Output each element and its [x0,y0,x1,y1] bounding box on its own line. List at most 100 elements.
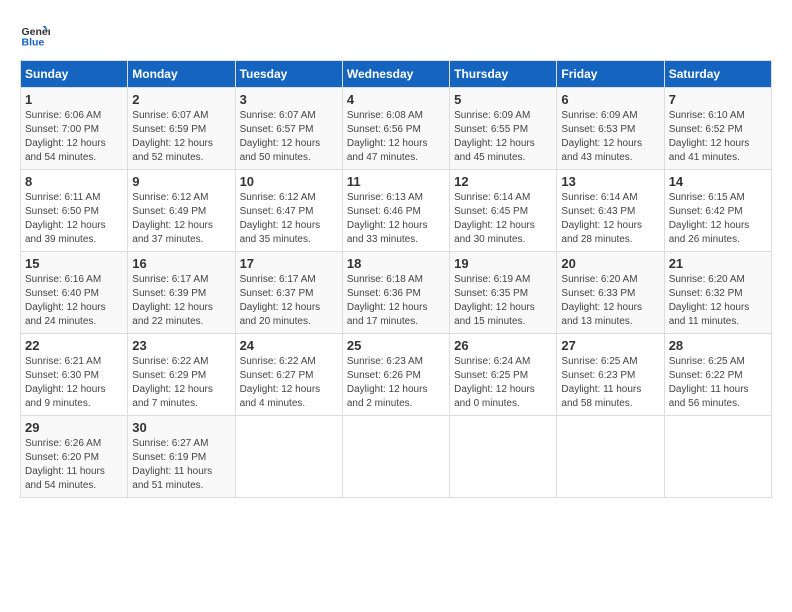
weekday-header-row: SundayMondayTuesdayWednesdayThursdayFrid… [21,61,772,88]
day-info: Sunrise: 6:25 AM Sunset: 6:23 PM Dayligh… [561,355,659,411]
day-info: Sunrise: 6:11 AM Sunset: 6:50 PM Dayligh… [25,191,123,247]
day-number: 4 [347,92,445,107]
calendar-cell: 5 Sunrise: 6:09 AM Sunset: 6:55 PM Daylig… [450,88,557,170]
weekday-header-friday: Friday [557,61,664,88]
day-number: 7 [669,92,767,107]
day-number: 25 [347,338,445,353]
day-info: Sunrise: 6:09 AM Sunset: 6:55 PM Dayligh… [454,109,552,165]
day-number: 24 [240,338,338,353]
day-number: 26 [454,338,552,353]
day-info: Sunrise: 6:25 AM Sunset: 6:22 PM Dayligh… [669,355,767,411]
calendar-week-1: 1Sunrise: 6:06 AM Sunset: 7:00 PM Daylig… [21,88,772,170]
calendar-cell: 10Sunrise: 6:12 AM Sunset: 6:47 PM Dayli… [235,170,342,252]
day-info: Sunrise: 6:19 AM Sunset: 6:35 PM Dayligh… [454,273,552,329]
day-number: 5 [454,92,552,107]
calendar-cell: 30 Sunrise: 6:27 AM Sunset: 6:19 PM Dayli… [128,416,235,498]
calendar-cell: 13 Sunrise: 6:14 AM Sunset: 6:43 PM Dayli… [557,170,664,252]
calendar-cell: 3 Sunrise: 6:07 AM Sunset: 6:57 PM Daylig… [235,88,342,170]
weekday-header-saturday: Saturday [664,61,771,88]
calendar-cell: 17Sunrise: 6:17 AM Sunset: 6:37 PM Dayli… [235,252,342,334]
day-info: Sunrise: 6:26 AM Sunset: 6:20 PM Dayligh… [25,437,123,493]
weekday-header-wednesday: Wednesday [342,61,449,88]
calendar-cell [342,416,449,498]
day-info: Sunrise: 6:23 AM Sunset: 6:26 PM Dayligh… [347,355,445,411]
day-number: 3 [240,92,338,107]
day-number: 13 [561,174,659,189]
svg-text:Blue: Blue [22,37,45,49]
day-info: Sunrise: 6:14 AM Sunset: 6:43 PM Dayligh… [561,191,659,247]
day-info: Sunrise: 6:22 AM Sunset: 6:29 PM Dayligh… [132,355,230,411]
day-number: 8 [25,174,123,189]
calendar-cell [557,416,664,498]
logo-icon: General Blue [20,20,50,50]
calendar-cell: 11 Sunrise: 6:13 AM Sunset: 6:46 PM Dayli… [342,170,449,252]
calendar-cell: 28 Sunrise: 6:25 AM Sunset: 6:22 PM Dayli… [664,334,771,416]
calendar-cell: 7 Sunrise: 6:10 AM Sunset: 6:52 PM Daylig… [664,88,771,170]
day-number: 9 [132,174,230,189]
calendar-week-5: 29 Sunrise: 6:26 AM Sunset: 6:20 PM Dayli… [21,416,772,498]
day-info: Sunrise: 6:22 AM Sunset: 6:27 PM Dayligh… [240,355,338,411]
day-info: Sunrise: 6:16 AM Sunset: 6:40 PM Dayligh… [25,273,123,329]
calendar-cell: 9 Sunrise: 6:12 AM Sunset: 6:49 PM Daylig… [128,170,235,252]
day-number: 12 [454,174,552,189]
day-info: Sunrise: 6:12 AM Sunset: 6:49 PM Dayligh… [132,191,230,247]
calendar-cell: 25 Sunrise: 6:23 AM Sunset: 6:26 PM Dayli… [342,334,449,416]
day-info: Sunrise: 6:10 AM Sunset: 6:52 PM Dayligh… [669,109,767,165]
calendar-cell: 20 Sunrise: 6:20 AM Sunset: 6:33 PM Dayli… [557,252,664,334]
day-number: 22 [25,338,123,353]
day-info: Sunrise: 6:21 AM Sunset: 6:30 PM Dayligh… [25,355,123,411]
calendar-body: 1Sunrise: 6:06 AM Sunset: 7:00 PM Daylig… [21,88,772,498]
weekday-header-tuesday: Tuesday [235,61,342,88]
day-number: 2 [132,92,230,107]
day-number: 14 [669,174,767,189]
day-number: 1 [25,92,123,107]
day-info: Sunrise: 6:13 AM Sunset: 6:46 PM Dayligh… [347,191,445,247]
logo: General Blue [20,20,54,50]
day-number: 18 [347,256,445,271]
calendar-week-2: 8 Sunrise: 6:11 AM Sunset: 6:50 PM Daylig… [21,170,772,252]
calendar-table: SundayMondayTuesdayWednesdayThursdayFrid… [20,60,772,498]
calendar-cell: 21 Sunrise: 6:20 AM Sunset: 6:32 PM Dayli… [664,252,771,334]
calendar-cell: 23 Sunrise: 6:22 AM Sunset: 6:29 PM Dayli… [128,334,235,416]
calendar-cell: 15 Sunrise: 6:16 AM Sunset: 6:40 PM Dayli… [21,252,128,334]
calendar-cell: 27 Sunrise: 6:25 AM Sunset: 6:23 PM Dayli… [557,334,664,416]
day-number: 11 [347,174,445,189]
calendar-cell [664,416,771,498]
calendar-cell: 22 Sunrise: 6:21 AM Sunset: 6:30 PM Dayli… [21,334,128,416]
calendar-cell: 26 Sunrise: 6:24 AM Sunset: 6:25 PM Dayli… [450,334,557,416]
day-number: 16 [132,256,230,271]
day-info: Sunrise: 6:24 AM Sunset: 6:25 PM Dayligh… [454,355,552,411]
calendar-cell: 19 Sunrise: 6:19 AM Sunset: 6:35 PM Dayli… [450,252,557,334]
day-info: Sunrise: 6:12 AM Sunset: 6:47 PM Dayligh… [240,191,338,247]
day-info: Sunrise: 6:07 AM Sunset: 6:59 PM Dayligh… [132,109,230,165]
day-number: 23 [132,338,230,353]
day-number: 20 [561,256,659,271]
calendar-cell: 2 Sunrise: 6:07 AM Sunset: 6:59 PM Daylig… [128,88,235,170]
day-info: Sunrise: 6:14 AM Sunset: 6:45 PM Dayligh… [454,191,552,247]
day-info: Sunrise: 6:20 AM Sunset: 6:32 PM Dayligh… [669,273,767,329]
calendar-cell: 18Sunrise: 6:18 AM Sunset: 6:36 PM Dayli… [342,252,449,334]
calendar-cell: 14 Sunrise: 6:15 AM Sunset: 6:42 PM Dayli… [664,170,771,252]
day-info: Sunrise: 6:20 AM Sunset: 6:33 PM Dayligh… [561,273,659,329]
calendar-cell: 24 Sunrise: 6:22 AM Sunset: 6:27 PM Dayli… [235,334,342,416]
weekday-header-thursday: Thursday [450,61,557,88]
weekday-header-monday: Monday [128,61,235,88]
day-info: Sunrise: 6:17 AM Sunset: 6:37 PM Dayligh… [240,273,338,329]
day-info: Sunrise: 6:09 AM Sunset: 6:53 PM Dayligh… [561,109,659,165]
day-number: 6 [561,92,659,107]
day-number: 15 [25,256,123,271]
day-info: Sunrise: 6:15 AM Sunset: 6:42 PM Dayligh… [669,191,767,247]
day-number: 21 [669,256,767,271]
day-number: 30 [132,420,230,435]
day-info: Sunrise: 6:17 AM Sunset: 6:39 PM Dayligh… [132,273,230,329]
day-number: 19 [454,256,552,271]
calendar-cell: 4Sunrise: 6:08 AM Sunset: 6:56 PM Daylig… [342,88,449,170]
calendar-cell: 12 Sunrise: 6:14 AM Sunset: 6:45 PM Dayli… [450,170,557,252]
day-number: 27 [561,338,659,353]
calendar-week-3: 15 Sunrise: 6:16 AM Sunset: 6:40 PM Dayli… [21,252,772,334]
day-number: 28 [669,338,767,353]
day-info: Sunrise: 6:07 AM Sunset: 6:57 PM Dayligh… [240,109,338,165]
day-info: Sunrise: 6:27 AM Sunset: 6:19 PM Dayligh… [132,437,230,493]
day-number: 29 [25,420,123,435]
calendar-cell: 29 Sunrise: 6:26 AM Sunset: 6:20 PM Dayli… [21,416,128,498]
